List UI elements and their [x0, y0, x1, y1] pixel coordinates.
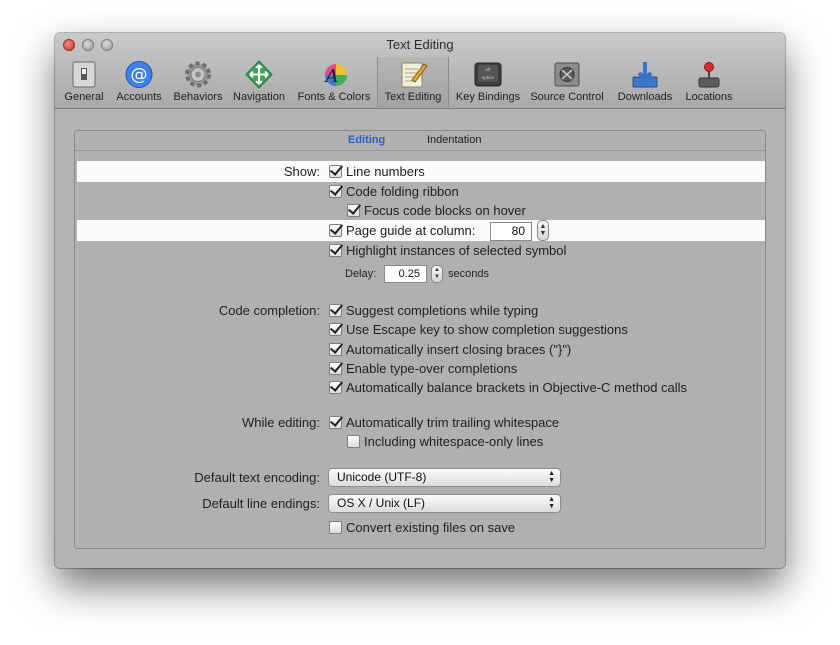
checkbox-box: [329, 416, 342, 429]
toolbar-key-bindings[interactable]: alt option Key Bindings: [453, 57, 523, 107]
keyboard-key-icon: alt option: [474, 62, 502, 87]
text-editing-pencil-icon: [401, 62, 428, 88]
checkbox-box: [347, 204, 360, 217]
code-folding-checkbox[interactable]: Code folding ribbon: [329, 183, 459, 201]
checkbox-box: [329, 224, 342, 237]
show-label: Show:: [283, 164, 320, 179]
type-over-checkbox[interactable]: Enable type-over completions: [329, 360, 517, 378]
code-completion-label: Code completion:: [218, 303, 320, 318]
tab-indentation[interactable]: Indentation: [427, 134, 481, 146]
svg-text:A: A: [324, 66, 339, 87]
checkbox-label: Automatically insert closing braces ("}"…: [346, 342, 572, 357]
checkbox-box: [329, 165, 342, 178]
suggest-completions-checkbox[interactable]: Suggest completions while typing: [329, 302, 538, 320]
toolbar-downloads[interactable]: Downloads: [613, 57, 677, 107]
line-endings-label: Default line endings:: [202, 496, 320, 511]
toolbar-label: Text Editing: [384, 91, 442, 103]
escape-key-checkbox[interactable]: Use Escape key to show completion sugges…: [329, 321, 628, 339]
toolbar-source-control[interactable]: Source Control: [527, 57, 607, 107]
line-endings-value: OS X / Unix (LF): [337, 496, 426, 510]
svg-text:option: option: [482, 75, 495, 80]
page-guide-stepper[interactable]: ▲ ▼: [537, 220, 549, 241]
encoding-label: Default text encoding:: [194, 470, 320, 485]
toolbar-accounts[interactable]: @ Accounts: [112, 57, 166, 107]
download-arrow-icon: [632, 62, 658, 88]
checkbox-label: Highlight instances of selected symbol: [346, 243, 567, 258]
checkbox-box: [329, 323, 342, 336]
convert-files-checkbox[interactable]: Convert existing files on save: [329, 519, 515, 537]
delay-field[interactable]: 0.25: [384, 265, 427, 283]
checkbox-label: Enable type-over completions: [346, 361, 518, 376]
delay-unit: seconds: [448, 268, 489, 280]
toolbar-behaviors[interactable]: Behaviors: [171, 57, 225, 107]
preferences-window: Text Editing General @ Accounts Behavior…: [55, 33, 785, 568]
checkbox-label: Use Escape key to show completion sugges…: [346, 322, 628, 337]
toolbar-label: Source Control: [530, 91, 604, 103]
navigation-arrows-icon: [245, 60, 273, 89]
checkbox-box: [329, 244, 342, 257]
toolbar-label: Behaviors: [173, 91, 223, 103]
closing-braces-checkbox[interactable]: Automatically insert closing braces ("}"…: [329, 341, 571, 359]
encoding-popup[interactable]: Unicode (UTF-8) ▲ ▼: [328, 468, 561, 487]
line-numbers-checkbox[interactable]: Line numbers: [329, 163, 425, 181]
toolbar-label: Downloads: [617, 91, 673, 103]
popup-arrows-icon: ▲ ▼: [548, 470, 555, 484]
font-color-wheel-icon: A: [324, 64, 347, 87]
trim-whitespace-checkbox[interactable]: Automatically trim trailing whitespace: [329, 414, 559, 432]
focus-code-blocks-checkbox[interactable]: Focus code blocks on hover: [347, 202, 526, 220]
page-guide-column-field[interactable]: 80: [490, 222, 532, 241]
checkbox-box: [329, 381, 342, 394]
source-control-vault-icon: [554, 62, 580, 87]
toolbar-general[interactable]: General: [63, 57, 105, 107]
checkbox-label: Suggest completions while typing: [346, 303, 539, 318]
delay-label: Delay:: [345, 268, 377, 280]
balance-brackets-checkbox[interactable]: Automatically balance brackets in Object…: [329, 379, 687, 397]
popup-arrows-icon: ▲ ▼: [548, 496, 555, 510]
checkbox-label: Focus code blocks on hover: [364, 203, 526, 218]
toolbar-label: Navigation: [233, 91, 285, 103]
toolbar-label: General: [64, 91, 104, 103]
general-switch-icon: [72, 61, 96, 88]
tab-bar: Editing Indentation: [75, 131, 765, 151]
toolbar-label: Key Bindings: [455, 91, 521, 103]
svg-text:alt: alt: [485, 67, 491, 72]
checkbox-label: Including whitespace-only lines: [364, 434, 544, 449]
encoding-value: Unicode (UTF-8): [337, 470, 427, 484]
checkbox-label: Line numbers: [346, 164, 425, 179]
checkbox-label: Code folding ribbon: [346, 184, 459, 199]
text-editing-panel: Editing Indentation Show: Line numbers C…: [74, 130, 766, 549]
line-endings-popup[interactable]: OS X / Unix (LF) ▲ ▼: [328, 494, 561, 513]
at-sign-icon: @: [125, 61, 153, 88]
toolbar-text-editing[interactable]: Text Editing: [377, 57, 449, 107]
checkbox-box: [329, 362, 342, 375]
checkbox-label: Automatically balance brackets in Object…: [346, 380, 688, 395]
toolbar-locations[interactable]: Locations: [681, 57, 737, 107]
preferences-toolbar: General @ Accounts Behaviors Navigation …: [59, 57, 781, 107]
whitespace-only-checkbox[interactable]: Including whitespace-only lines: [347, 433, 543, 451]
checkbox-label: Automatically trim trailing whitespace: [346, 415, 560, 430]
toolbar-navigation[interactable]: Navigation: [230, 57, 288, 107]
checkbox-label: Convert existing files on save: [346, 520, 516, 535]
checkbox-box: [329, 521, 342, 534]
joystick-icon: [698, 62, 720, 88]
gear-icon: [185, 61, 211, 88]
window-title: Text Editing: [386, 37, 454, 52]
delay-stepper[interactable]: ▲ ▼: [431, 265, 443, 283]
toolbar-label: Locations: [685, 91, 733, 103]
checkbox-box: [347, 435, 360, 448]
while-editing-label: While editing:: [241, 415, 320, 430]
highlight-instances-checkbox[interactable]: Highlight instances of selected symbol: [329, 242, 566, 260]
page-guide-checkbox[interactable]: Page guide at column:: [329, 222, 475, 240]
toolbar-label: Accounts: [116, 91, 162, 103]
toolbar-fonts-colors[interactable]: A Fonts & Colors: [295, 57, 373, 107]
checkbox-box: [329, 343, 342, 356]
checkbox-label: Page guide at column:: [346, 223, 476, 238]
tab-editing[interactable]: Editing: [348, 134, 385, 146]
checkbox-box: [329, 185, 342, 198]
svg-text:@: @: [131, 65, 148, 85]
title-bar: Text Editing General @ Accounts Behavior…: [55, 33, 785, 109]
checkbox-box: [329, 304, 342, 317]
toolbar-label: Fonts & Colors: [297, 91, 371, 103]
